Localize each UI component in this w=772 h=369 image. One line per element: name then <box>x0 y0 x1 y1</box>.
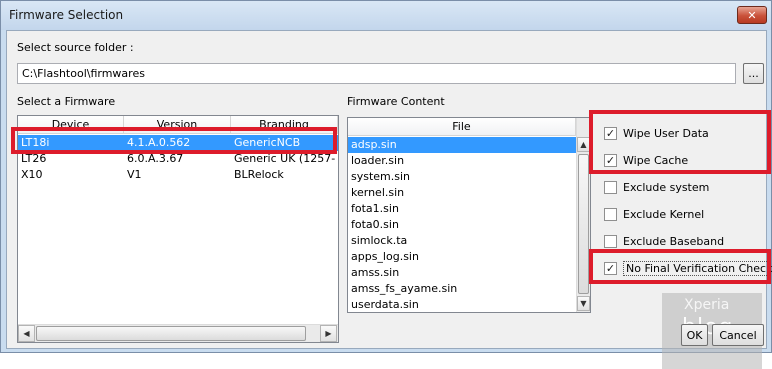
scroll-down-icon[interactable]: ▼ <box>577 296 590 311</box>
cancel-button[interactable]: Cancel <box>712 324 764 346</box>
highlight-no-final-verification <box>589 249 771 284</box>
file-item[interactable]: amss.sin <box>348 265 576 281</box>
checkbox-label: Exclude Baseband <box>623 234 725 248</box>
file-item[interactable]: fota1.sin <box>348 201 576 217</box>
exclude-baseband-checkbox[interactable]: Exclude Baseband <box>604 233 724 249</box>
vscroll-thumb[interactable] <box>578 154 589 294</box>
cell-device: X10 <box>21 168 43 181</box>
exclude-system-checkbox[interactable]: Exclude system <box>604 179 709 195</box>
highlight-selected-firmware <box>11 127 337 154</box>
column-file[interactable]: File <box>348 118 576 136</box>
watermark-brand: Xperia <box>684 297 730 313</box>
empty-checkbox-icon[interactable] <box>604 207 617 221</box>
firmware-content-list[interactable]: File adsp.sin loader.sin system.sin kern… <box>347 117 591 313</box>
firmware-row-x10[interactable]: X10 V1 BLRelock <box>18 167 338 183</box>
file-item[interactable]: fota0.sin <box>348 217 576 233</box>
firmware-table-hscrollbar[interactable]: ◀ ▶ <box>18 324 338 342</box>
file-item[interactable]: amss_fs_ayame.sin <box>348 281 576 297</box>
file-item[interactable]: adsp.sin <box>348 137 576 153</box>
firmware-selection-window: Firmware Selection ✕ Select source folde… <box>0 0 772 369</box>
title-bar[interactable]: Firmware Selection ✕ <box>1 1 771 30</box>
content-list-vscrollbar[interactable]: ▲ ▼ <box>576 118 590 312</box>
exclude-kernel-checkbox[interactable]: Exclude Kernel <box>604 206 704 222</box>
close-icon: ✕ <box>747 8 757 22</box>
ok-button[interactable]: OK <box>681 324 708 346</box>
file-item[interactable]: system.sin <box>348 169 576 185</box>
close-button[interactable]: ✕ <box>737 6 767 24</box>
cell-branding: BLRelock <box>234 168 284 181</box>
select-firmware-label: Select a Firmware <box>17 95 116 108</box>
checkbox-label: Exclude Kernel <box>623 207 705 221</box>
file-item[interactable]: apps_log.sin <box>348 249 576 265</box>
highlight-wipe-options <box>589 110 771 174</box>
browse-button[interactable]: ... <box>743 63 764 84</box>
source-folder-input[interactable]: C:\Flashtool\firmwares <box>17 63 736 84</box>
scroll-left-icon[interactable]: ◀ <box>18 325 35 342</box>
file-item[interactable]: userdata.sin <box>348 297 576 312</box>
file-item[interactable]: simlock.ta <box>348 233 576 249</box>
checkbox-label: Exclude system <box>623 180 710 194</box>
firmware-content-label: Firmware Content <box>347 95 445 108</box>
empty-checkbox-icon[interactable] <box>604 234 617 248</box>
window-title: Firmware Selection <box>9 8 124 22</box>
hscroll-thumb[interactable] <box>36 326 306 341</box>
source-folder-label: Select source folder : <box>17 41 134 54</box>
dialog-body: Select source folder : C:\Flashtool\firm… <box>6 30 772 369</box>
empty-checkbox-icon[interactable] <box>604 180 617 194</box>
file-item[interactable]: kernel.sin <box>348 185 576 201</box>
scroll-right-icon[interactable]: ▶ <box>320 325 337 342</box>
file-item[interactable]: loader.sin <box>348 153 576 169</box>
cell-version: V1 <box>127 168 142 181</box>
